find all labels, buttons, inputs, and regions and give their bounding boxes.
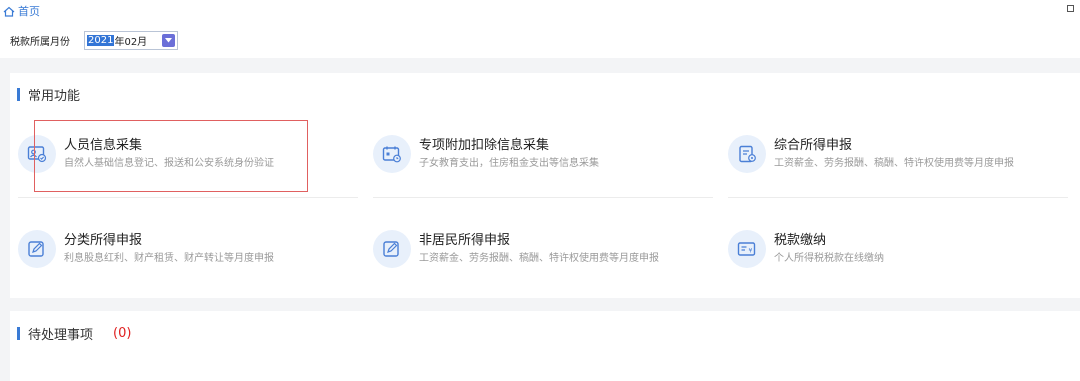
- svg-text:¥: ¥: [749, 248, 753, 255]
- month-value[interactable]: 年02月: [114, 33, 147, 48]
- function-name: 税款缴纳: [774, 233, 827, 248]
- pending-items-title: 待处理事项: [28, 328, 94, 343]
- divider: [373, 197, 713, 198]
- function-special-deduction[interactable]: 专项附加扣除信息采集 子女教育支出，住房租金支出等信息采集: [373, 135, 599, 173]
- function-desc: 工资薪金、劳务报酬、稿酬、特许权使用费等月度申报: [419, 253, 659, 264]
- function-nonresident-income[interactable]: 非居民所得申报 工资薪金、劳务报酬、稿酬、特许权使用费等月度申报: [373, 230, 659, 268]
- title-bar: 首页: [0, 0, 1080, 22]
- function-name: 专项附加扣除信息采集: [419, 138, 550, 153]
- pending-items-heading: 待处理事项 (0): [17, 324, 131, 343]
- function-icon-circle: [18, 135, 56, 173]
- chevron-down-icon: [165, 38, 172, 43]
- common-functions-panel: 常用功能 人员信息采集 自然人基础信息登记、报送和公安系统身份验证 专项附加扣除…: [10, 73, 1080, 298]
- function-classified-income[interactable]: 分类所得申报 利息股息红利、财产租赁、财产转让等月度申报: [18, 230, 274, 268]
- function-name: 综合所得申报: [774, 138, 853, 153]
- filter-toolbar: 税款所属月份 2021 年02月: [0, 22, 1080, 58]
- restore-window-button[interactable]: [1067, 5, 1074, 12]
- function-desc: 个人所得税税款在线缴纳: [774, 253, 884, 264]
- home-tab[interactable]: 首页: [3, 3, 40, 19]
- tax-month-label: 税款所属月份: [10, 37, 70, 48]
- function-person-info[interactable]: 人员信息采集 自然人基础信息登记、报送和公安系统身份验证: [18, 135, 274, 173]
- section-marker: [17, 88, 20, 101]
- common-functions-heading: 常用功能: [17, 85, 80, 104]
- payment-card-icon: ¥: [737, 242, 756, 256]
- function-name: 非居民所得申报: [419, 233, 511, 248]
- edit-icon: [28, 241, 44, 257]
- calendar-icon: [382, 146, 401, 163]
- function-icon-circle: ¥: [728, 230, 766, 268]
- function-icon-circle: [18, 230, 56, 268]
- function-tax-payment[interactable]: ¥ 税款缴纳 个人所得税税款在线缴纳: [728, 230, 884, 268]
- id-card-icon: [27, 146, 47, 163]
- function-desc: 工资薪金、劳务报酬、稿酬、特许权使用费等月度申报: [774, 158, 1014, 169]
- month-dropdown-button[interactable]: [162, 34, 175, 47]
- function-name: 分类所得申报: [64, 233, 143, 248]
- function-desc: 子女教育支出，住房租金支出等信息采集: [419, 158, 599, 169]
- function-comprehensive-income[interactable]: 综合所得申报 工资薪金、劳务报酬、稿酬、特许权使用费等月度申报: [728, 135, 1014, 173]
- edit-icon: [383, 241, 399, 257]
- divider: [18, 197, 358, 198]
- tax-month-picker[interactable]: 2021 年02月: [84, 31, 178, 50]
- pending-count[interactable]: (0): [113, 326, 131, 341]
- year-value[interactable]: 2021: [87, 35, 115, 46]
- document-icon: [739, 145, 756, 163]
- pending-items-panel: 待处理事项 (0): [10, 311, 1080, 381]
- common-functions-title: 常用功能: [28, 89, 81, 104]
- function-icon-circle: [373, 230, 411, 268]
- function-icon-circle: [728, 135, 766, 173]
- home-icon: [3, 6, 15, 17]
- divider: [728, 197, 1068, 198]
- section-marker: [17, 327, 20, 340]
- function-icon-circle: [373, 135, 411, 173]
- function-desc: 利息股息红利、财产租赁、财产转让等月度申报: [64, 253, 274, 264]
- home-label: 首页: [18, 5, 40, 18]
- function-desc: 自然人基础信息登记、报送和公安系统身份验证: [64, 158, 274, 169]
- function-name: 人员信息采集: [64, 138, 143, 153]
